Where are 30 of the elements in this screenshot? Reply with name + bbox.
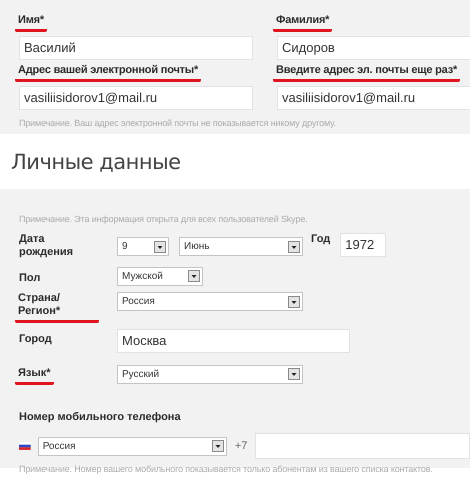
field-label: Адрес вашей электронной почты*: [15, 64, 202, 82]
section-title: Личные данные: [11, 150, 181, 174]
note-text: Примечание. Эта информация открыта для всех пользователей Skype.: [19, 214, 309, 224]
field-label: Город: [19, 333, 52, 346]
dropdown[interactable]: Мужской: [117, 266, 203, 286]
input-field[interactable]: [255, 433, 470, 459]
dropdown[interactable]: 9: [117, 237, 169, 256]
input-field[interactable]: vasiliisidorov1@mail.ru: [19, 86, 253, 110]
field-label: Страна/ Регион*: [15, 292, 99, 323]
input-field[interactable]: Василий: [19, 36, 253, 60]
dropdown[interactable]: Россия: [117, 292, 303, 311]
dropdown[interactable]: Июнь: [179, 237, 303, 256]
field-label: Язык*: [15, 367, 54, 385]
note-text: Примечание. Номер вашего мобильного показывается только абонентам из вашего списка контактов.: [19, 464, 434, 474]
field-label: Имя*: [15, 14, 47, 32]
dropdown[interactable]: Россия: [38, 436, 227, 456]
field-label: Дата рождения: [19, 233, 74, 259]
dropdown[interactable]: Русский: [117, 364, 303, 384]
country-code: +7: [234, 440, 248, 452]
input-field[interactable]: Сидоров: [277, 36, 470, 60]
input-field[interactable]: 1972: [340, 233, 386, 257]
field-label: Год: [311, 233, 330, 246]
flag-icon: [19, 442, 31, 450]
field-label: Введите адрес эл. почты еще раз*: [273, 64, 460, 82]
field-label: Фамилия*: [273, 14, 332, 32]
input-field[interactable]: vasiliisidorov1@mail.ru: [277, 86, 470, 110]
field-label: Пол: [19, 272, 40, 285]
input-field[interactable]: Москва: [117, 329, 350, 353]
note-text: Примечание. Ваш адрес электронной почты не показывается никому другому.: [19, 118, 337, 128]
field-label: Номер мобильного телефона: [19, 411, 181, 424]
